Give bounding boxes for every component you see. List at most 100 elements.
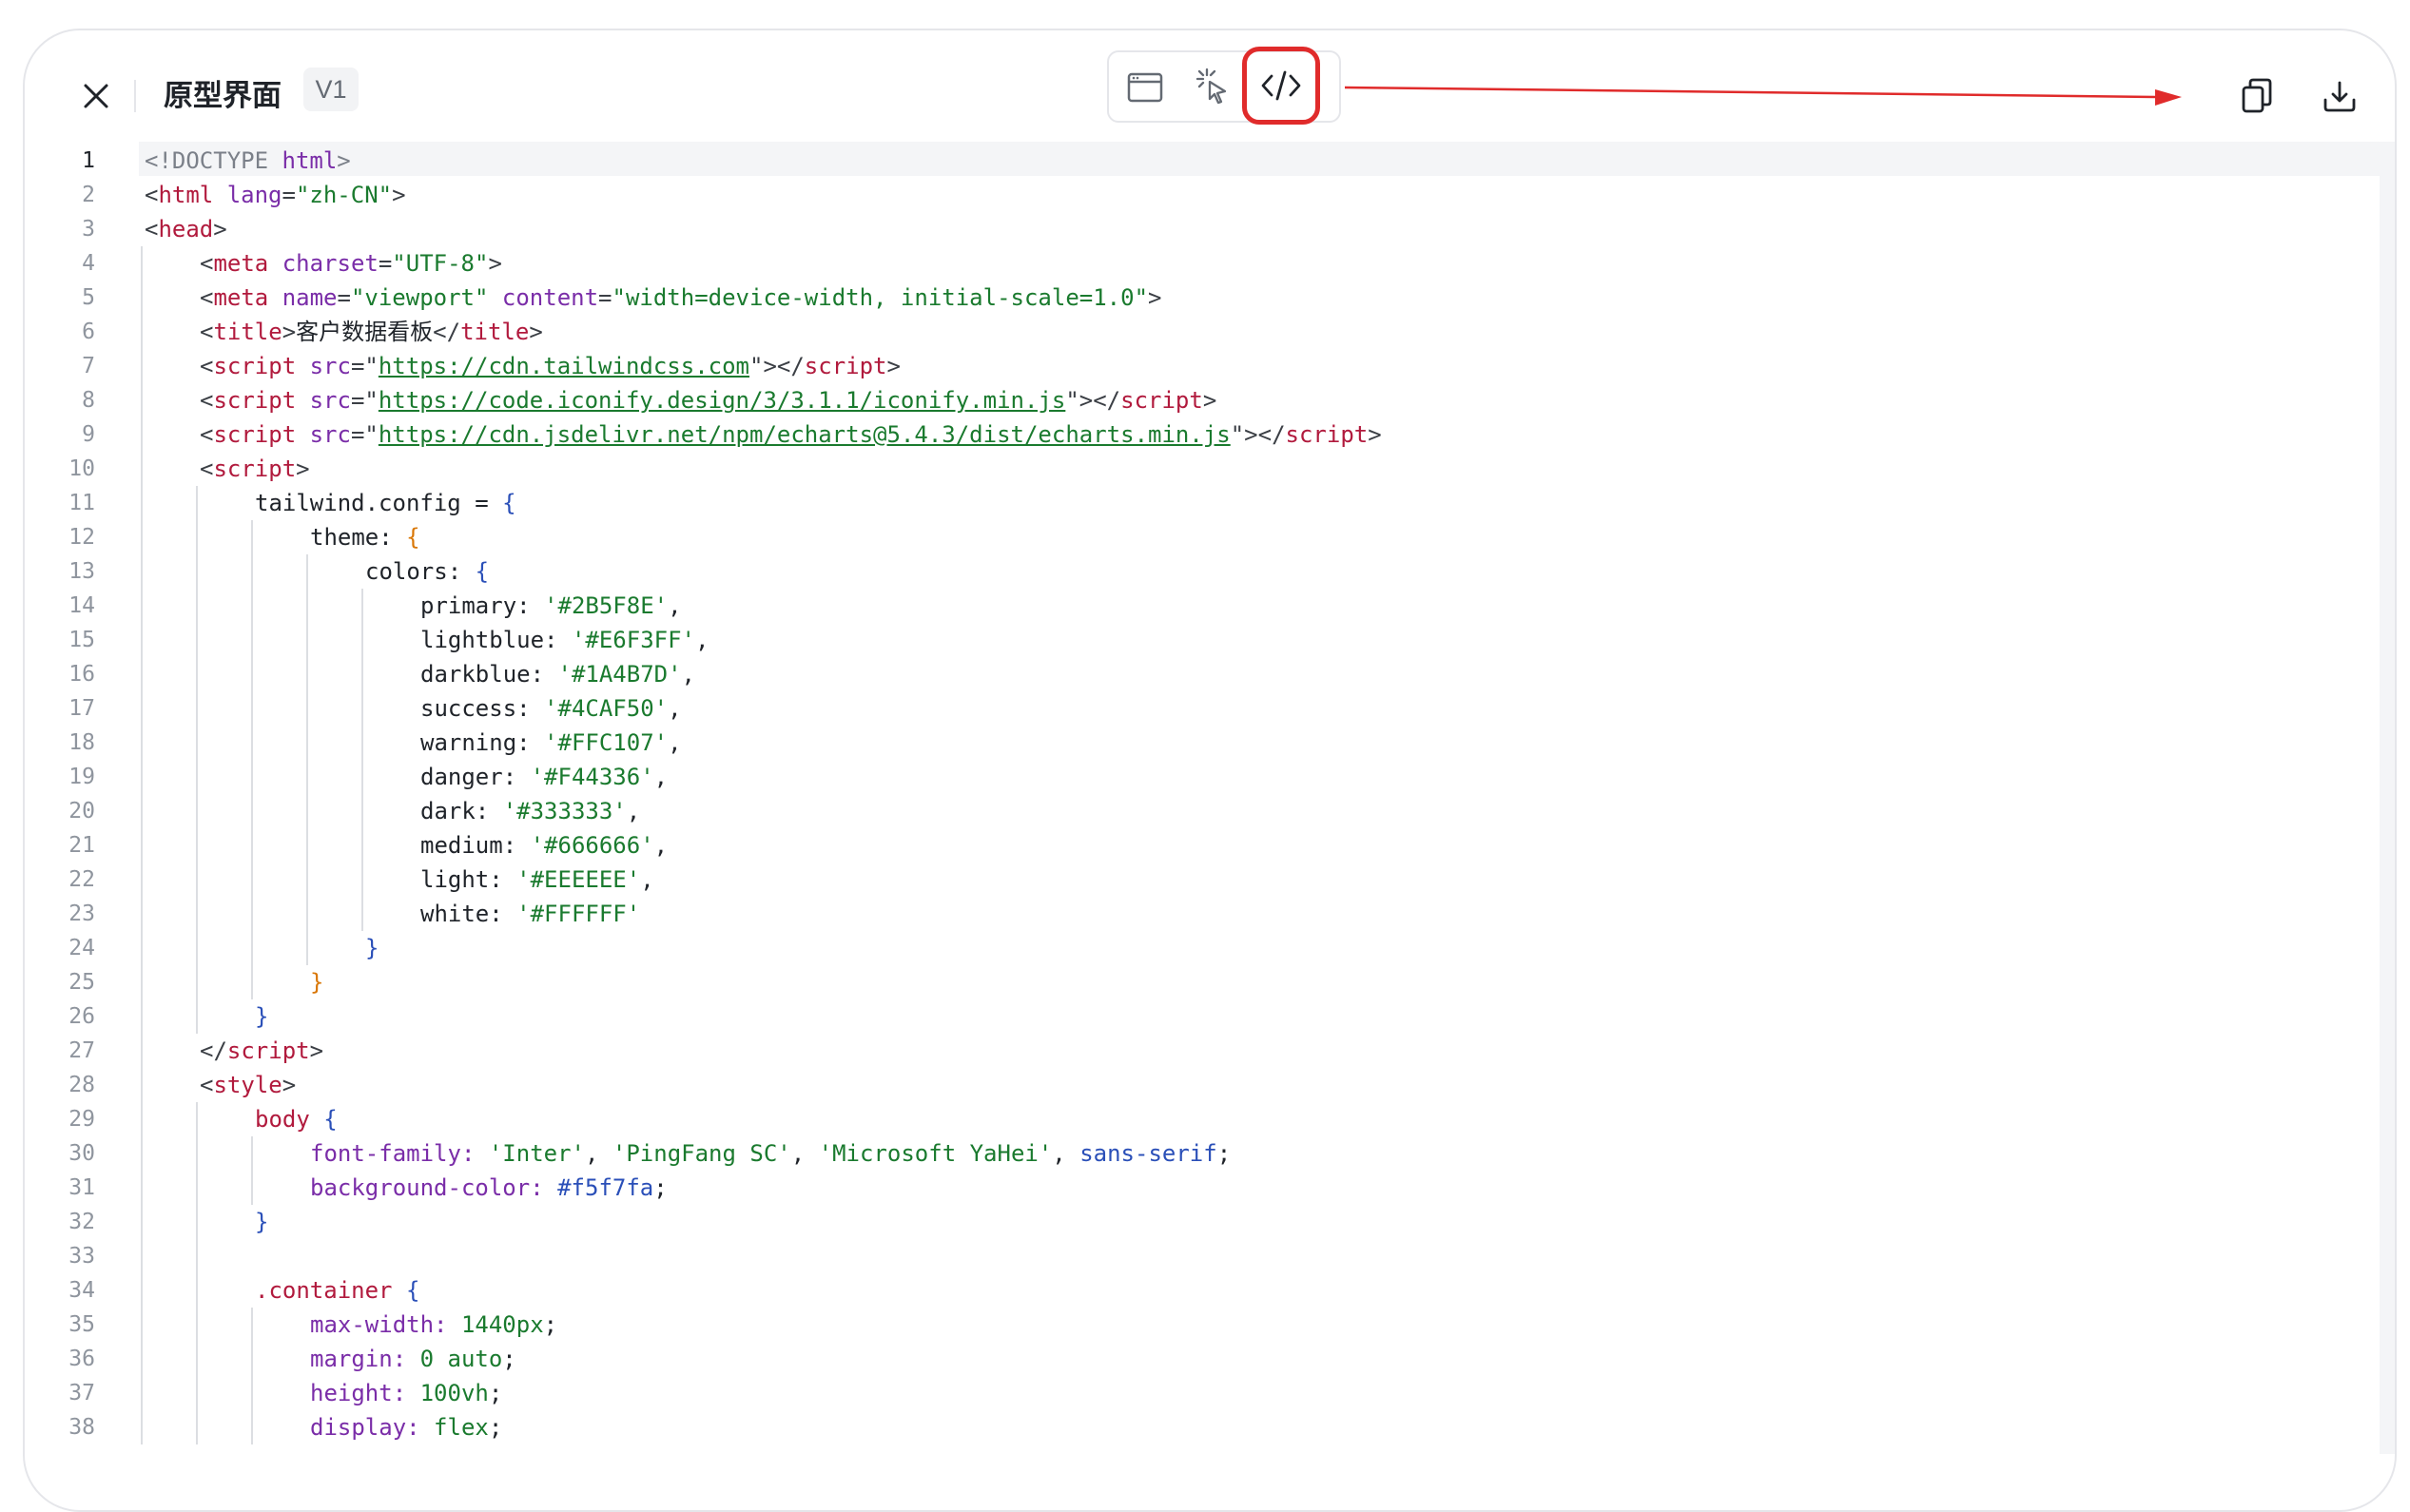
code-text: } xyxy=(310,965,323,999)
code-token: src xyxy=(296,387,351,414)
code-line[interactable]: 15 lightblue: '#E6F3FF', xyxy=(25,623,2374,657)
line-number: 9 xyxy=(82,422,95,447)
download-button[interactable] xyxy=(2312,68,2367,124)
code-line[interactable]: 13 colors: { xyxy=(25,554,2374,589)
code-line[interactable]: 12 theme: { xyxy=(25,520,2374,554)
code-line[interactable]: 17 success: '#4CAF50', xyxy=(25,691,2374,726)
code-token: , xyxy=(1052,1140,1080,1167)
close-button[interactable] xyxy=(68,68,124,124)
code-token: script xyxy=(213,456,297,482)
code-line[interactable]: 2 <html lang="zh-CN"> xyxy=(25,178,2374,212)
code-line[interactable]: 22 light: '#EEEEEE', xyxy=(25,863,2374,897)
code-line[interactable]: 24} xyxy=(25,931,2374,965)
line-number: 8 xyxy=(82,388,95,413)
code-token: ; xyxy=(653,1174,668,1201)
code-line[interactable]: 25} xyxy=(25,965,2374,999)
code-line[interactable]: 38 display: flex; xyxy=(25,1410,2374,1444)
line-number: 10 xyxy=(68,456,95,481)
code-line[interactable]: 9 <script src="https://cdn.jsdelivr.net/n… xyxy=(25,417,2374,452)
code-line[interactable]: 7 <script src="https://cdn.tailwindcss.co… xyxy=(25,349,2374,383)
code-token: 100vh xyxy=(419,1380,489,1406)
line-number: 27 xyxy=(68,1038,95,1063)
preview-view-button[interactable] xyxy=(1117,60,1174,115)
code-token: title xyxy=(213,319,282,345)
code-line[interactable]: 33 xyxy=(25,1239,2374,1273)
code-token: "viewport" xyxy=(350,284,489,311)
code-token: > xyxy=(529,319,543,345)
code-token: html xyxy=(158,182,214,208)
code-token: colors: xyxy=(365,558,476,585)
code-token: > xyxy=(337,147,351,174)
code-token: { xyxy=(406,524,420,551)
code-token: ; xyxy=(502,1346,516,1372)
code-token: html xyxy=(282,147,338,174)
code-line[interactable]: 16 darkblue: '#1A4B7D', xyxy=(25,657,2374,691)
code-line[interactable]: 26} xyxy=(25,999,2374,1034)
code-line[interactable]: 37 height: 100vh; xyxy=(25,1376,2374,1410)
code-line[interactable]: 8 <script src="https://code.iconify.desig… xyxy=(25,383,2374,417)
line-number: 22 xyxy=(68,867,95,892)
code-token: < xyxy=(145,182,159,208)
code-token: style xyxy=(213,1072,282,1098)
code-line[interactable]: 34 .container { xyxy=(25,1273,2374,1308)
code-line[interactable]: 30 font-family: 'Inter', 'PingFang SC', '… xyxy=(25,1136,2374,1171)
code-token: > xyxy=(886,353,901,379)
page-title: 原型界面 xyxy=(164,79,282,113)
code-line[interactable]: 36 margin: 0 auto; xyxy=(25,1342,2374,1376)
code-text: margin: 0 auto; xyxy=(310,1342,516,1376)
code-token: ; xyxy=(488,1380,503,1406)
line-number: 4 xyxy=(82,251,95,276)
version-badge[interactable]: V1 xyxy=(303,68,359,111)
copy-button[interactable] xyxy=(2229,68,2284,124)
indent-guide xyxy=(196,1102,198,1444)
code-text: } xyxy=(255,1205,268,1239)
line-number: 13 xyxy=(68,559,95,584)
line-number: 19 xyxy=(68,765,95,789)
code-token: medium: xyxy=(420,832,531,859)
code-text: .container { xyxy=(255,1273,419,1308)
code-token[interactable]: https://cdn.jsdelivr.net/npm/echarts@5.4… xyxy=(379,421,1231,448)
code-view-button[interactable] xyxy=(1242,47,1320,125)
code-line[interactable]: 21 medium: '#666666', xyxy=(25,828,2374,863)
code-token: > xyxy=(296,456,310,482)
code-text: colors: { xyxy=(365,554,489,589)
code-token: script xyxy=(1120,387,1203,414)
code-line[interactable]: 3 <head> xyxy=(25,212,2374,246)
code-token: theme: xyxy=(310,524,407,551)
code-text: } xyxy=(365,931,379,965)
code-line[interactable]: 20 dark: '#333333', xyxy=(25,794,2374,828)
code-token: > xyxy=(392,182,406,208)
code-token: light: xyxy=(420,866,517,893)
code-line[interactable]: 1 <!DOCTYPE html> xyxy=(25,144,2374,178)
code-line[interactable]: 31 background-color: #f5f7fa; xyxy=(25,1171,2374,1205)
code-token[interactable]: https://cdn.tailwindcss.com xyxy=(379,353,749,379)
code-token: > xyxy=(1202,387,1217,414)
code-token: > xyxy=(309,1037,324,1064)
code-line[interactable]: 5 <meta name="viewport" content="width=de… xyxy=(25,281,2374,315)
code-text: } xyxy=(255,999,268,1034)
code-line[interactable]: 4 <meta charset="UTF-8"> xyxy=(25,246,2374,281)
code-line[interactable]: 32} xyxy=(25,1205,2374,1239)
line-number: 7 xyxy=(82,354,95,378)
code-line[interactable]: 19 danger: '#F44336', xyxy=(25,760,2374,794)
inspect-view-button[interactable] xyxy=(1185,60,1242,115)
code-line[interactable]: 10 <script> xyxy=(25,452,2374,486)
line-number: 23 xyxy=(68,901,95,926)
code-text: <script src="https://cdn.tailwindcss.com… xyxy=(200,349,901,383)
code-token[interactable]: https://code.iconify.design/3/3.1.1/icon… xyxy=(379,387,1065,414)
code-line[interactable]: 11 tailwind.config = { xyxy=(25,486,2374,520)
code-line[interactable]: 29 body { xyxy=(25,1102,2374,1136)
code-line[interactable]: 23 white: '#FFFFFF' xyxy=(25,897,2374,931)
code-line[interactable]: 18 warning: '#FFC107', xyxy=(25,726,2374,760)
code-line[interactable]: 28 <style> xyxy=(25,1068,2374,1102)
code-line[interactable]: 6 <title>客户数据看板</title> xyxy=(25,315,2374,349)
code-line[interactable]: 14 primary: '#2B5F8E', xyxy=(25,589,2374,623)
line-number: 32 xyxy=(68,1210,95,1234)
code-editor[interactable]: 1 <!DOCTYPE html> 2 <html lang="zh-CN"> 3 <he… xyxy=(25,142,2395,1454)
code-token: flex xyxy=(434,1414,489,1441)
editor-scrollbar[interactable] xyxy=(2380,142,2395,1454)
code-token: title xyxy=(460,319,530,345)
code-line[interactable]: 27 </script> xyxy=(25,1034,2374,1068)
code-token: { xyxy=(405,1277,420,1304)
code-line[interactable]: 35 max-width: 1440px; xyxy=(25,1308,2374,1342)
